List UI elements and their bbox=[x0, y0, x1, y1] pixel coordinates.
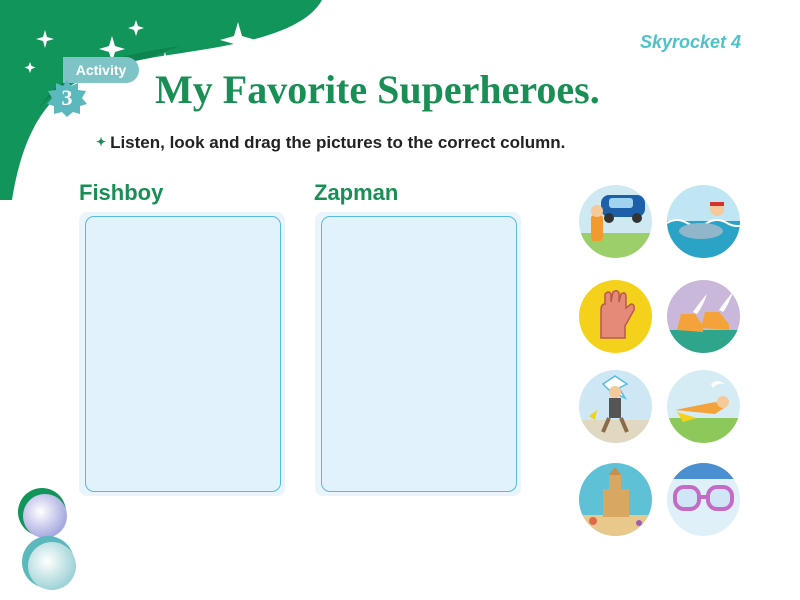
dropzone-zapman[interactable] bbox=[315, 212, 521, 496]
column-label-fishboy: Fishboy bbox=[79, 180, 164, 205]
dropzone-fishboy[interactable] bbox=[79, 212, 285, 496]
picture-goggles[interactable] bbox=[667, 463, 740, 536]
instruction: ✦ Listen, look and drag the pictures to t… bbox=[96, 133, 565, 153]
picture-winged-shoes[interactable] bbox=[667, 280, 740, 353]
picture-flying[interactable] bbox=[667, 370, 740, 443]
gloves-icon bbox=[579, 280, 652, 353]
zapped-man-icon bbox=[579, 370, 652, 443]
picture-dolphin[interactable] bbox=[667, 185, 740, 258]
picture-gloves[interactable] bbox=[579, 280, 652, 353]
brand-logo-text: Skyrocket 4 bbox=[640, 32, 741, 52]
lifting-car-icon bbox=[579, 185, 652, 258]
page-title: My Favorite Superheroes. bbox=[155, 67, 600, 112]
instruction-text: Listen, look and drag the pictures to th… bbox=[110, 133, 566, 152]
decorative-rings bbox=[18, 488, 76, 590]
column-label-zapman: Zapman bbox=[314, 180, 399, 205]
flying-hero-icon bbox=[667, 370, 740, 443]
picture-car[interactable] bbox=[579, 185, 652, 258]
picture-sandcastle[interactable] bbox=[579, 463, 652, 536]
brand-logo: Skyrocket 4 bbox=[640, 26, 750, 58]
goggles-icon bbox=[667, 463, 740, 536]
dolphin-rider-icon bbox=[667, 185, 740, 258]
activity-number: 3 bbox=[61, 85, 73, 110]
winged-shoes-icon bbox=[667, 280, 740, 353]
star-bullet-icon: ✦ bbox=[96, 135, 107, 149]
sandcastle-icon bbox=[579, 463, 652, 536]
picture-zapped-man[interactable] bbox=[579, 370, 652, 443]
